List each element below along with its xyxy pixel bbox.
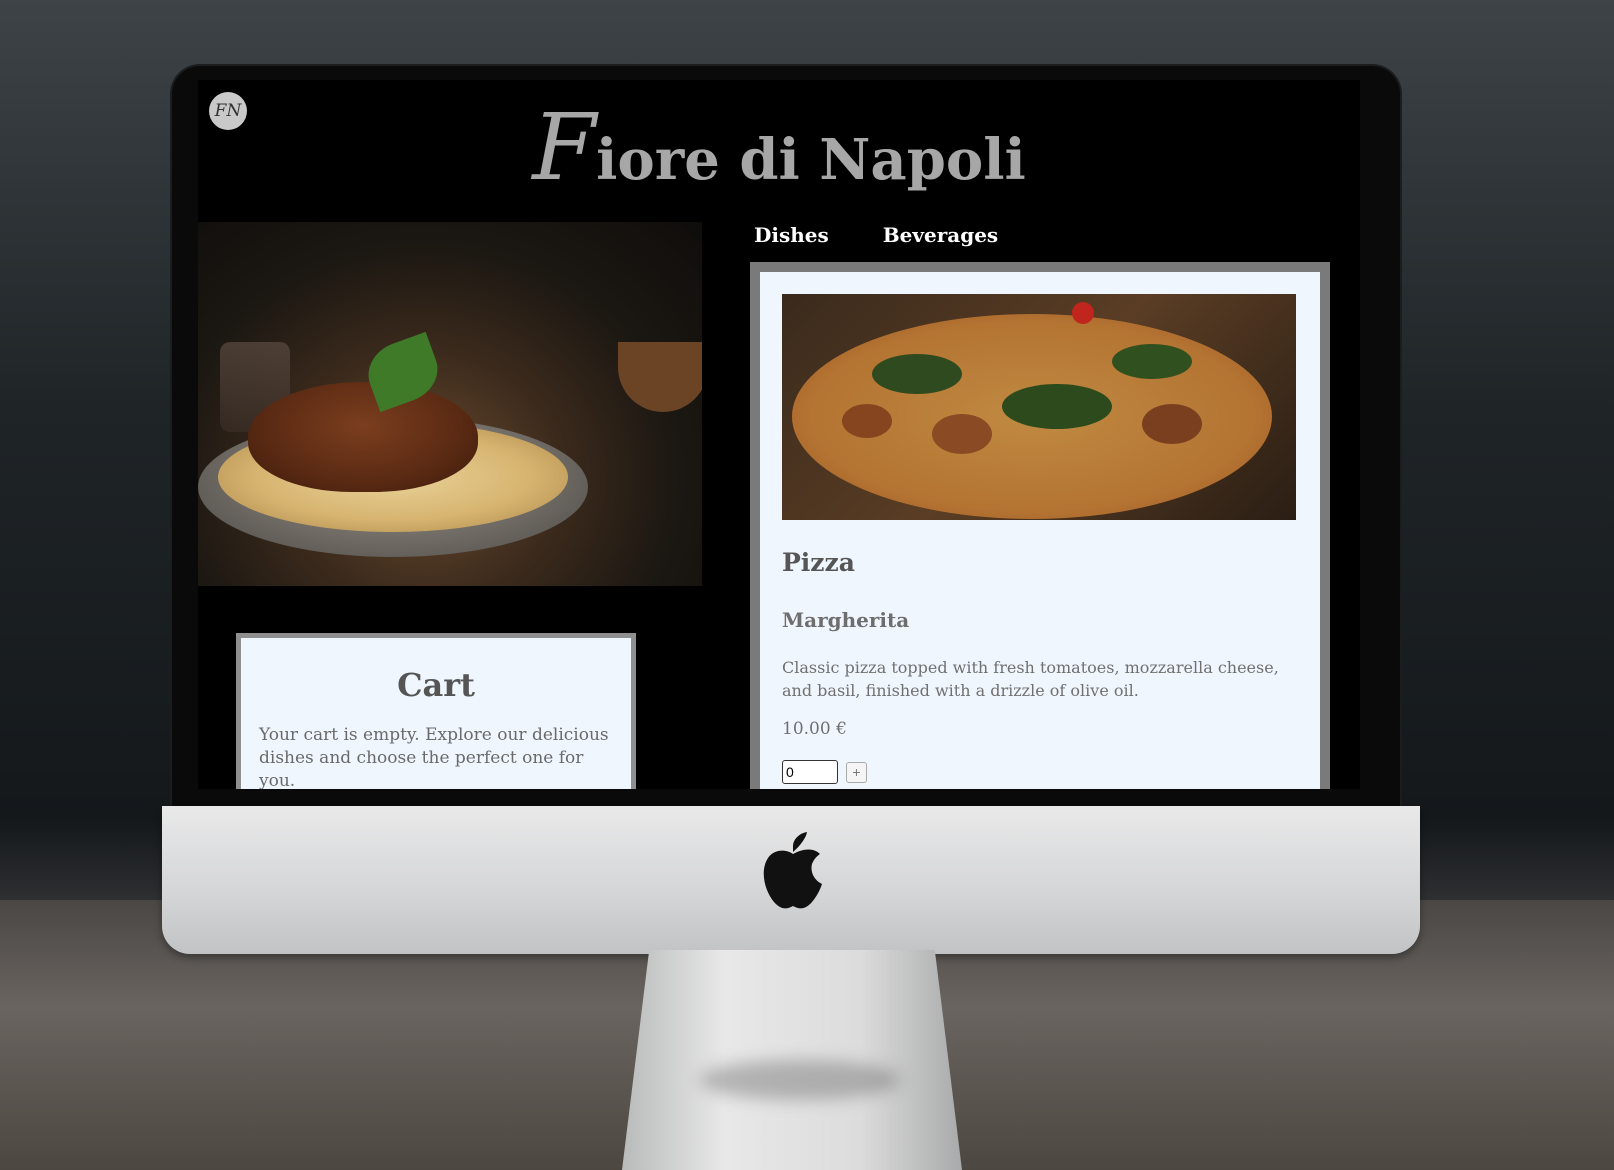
pizza-meat-shape [1142, 404, 1202, 444]
hero-pasta-image [198, 222, 702, 586]
pizza-greens-shape [1002, 384, 1112, 429]
tab-beverages[interactable]: Beverages [883, 223, 998, 247]
dish-price: 10.00 € [782, 719, 847, 739]
category-title: Pizza [782, 548, 855, 577]
browser-viewport: FN Fiore di Napoli Cart Your cart is emp… [198, 80, 1360, 789]
pizza-meat-shape [842, 404, 892, 438]
dish-description: Classic pizza topped with fresh tomatoes… [782, 658, 1279, 700]
category-tabs: Dishes Beverages [754, 223, 998, 247]
hero-bowl-shape [618, 342, 702, 412]
pizza-tomato-shape [1072, 302, 1094, 324]
site-title-rest: iore di Napoli [596, 127, 1026, 193]
dish-name: Margherita [782, 608, 910, 632]
pizza-image [782, 294, 1296, 520]
cart-title: Cart [397, 666, 475, 704]
site-title: Fiore di Napoli [198, 94, 1360, 201]
tab-dishes[interactable]: Dishes [754, 223, 829, 247]
cart-panel: Cart Your cart is empty. Explore our del… [236, 633, 636, 789]
pizza-greens-shape [872, 354, 962, 394]
site-title-initial: F [532, 94, 597, 201]
add-to-cart-button[interactable]: + [846, 762, 867, 783]
menu-item-card: Pizza Margherita Classic pizza topped wi… [750, 262, 1330, 789]
quantity-input[interactable] [782, 760, 838, 784]
stand-shadow [700, 1060, 900, 1100]
pizza-meat-shape [932, 414, 992, 454]
hero-sauce-shape [248, 382, 478, 492]
apple-logo-icon [763, 832, 822, 909]
cart-empty-message: Your cart is empty. Explore our deliciou… [259, 725, 609, 789]
pizza-greens-shape [1112, 344, 1192, 379]
